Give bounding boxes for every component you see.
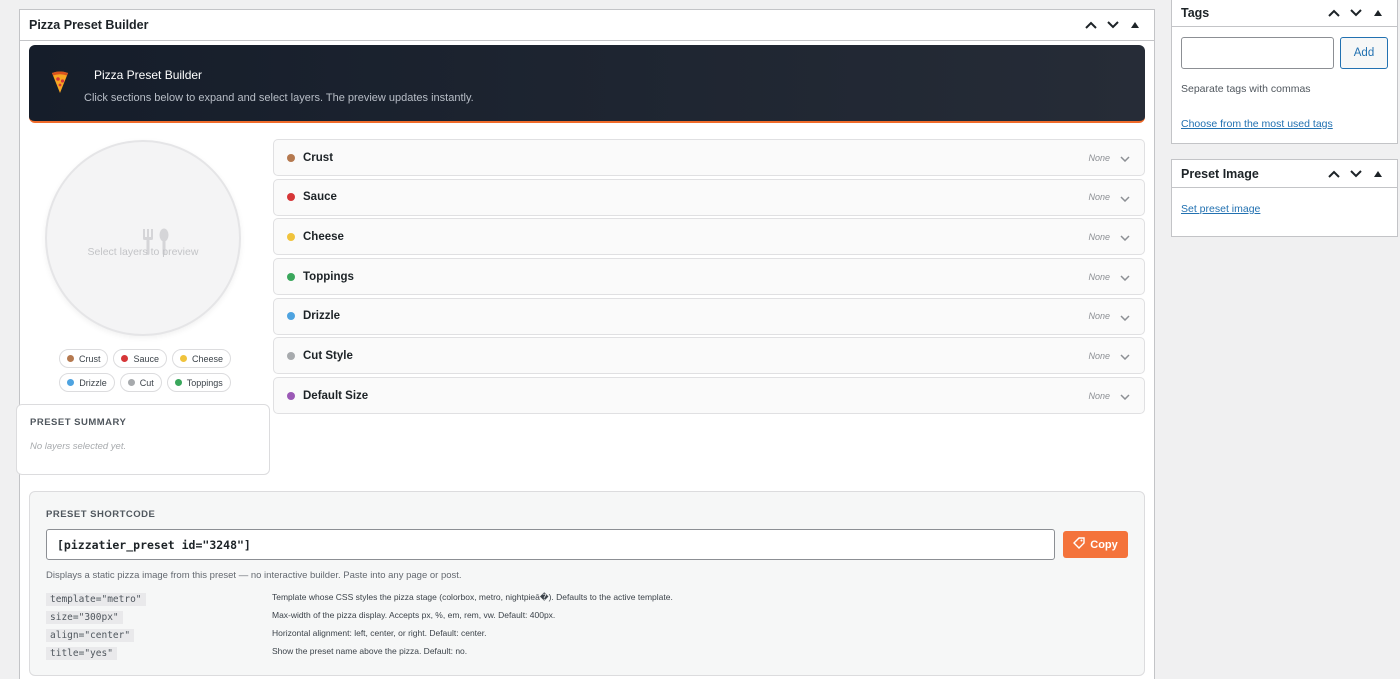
preset-summary: PRESET SUMMARY No layers selected yet. (16, 404, 270, 475)
section-default-size[interactable]: Default Size None (273, 377, 1145, 415)
tag-icon (1073, 537, 1085, 552)
move-down-icon[interactable] (1103, 15, 1123, 35)
crust-dot-icon (66, 355, 74, 362)
most-used-tags-link[interactable]: Choose from the most used tags (1181, 118, 1333, 130)
section-crust[interactable]: Crust None (273, 139, 1145, 176)
preset-shortcode-panel: PRESET SHORTCODE Copy Displays a static … (29, 491, 1145, 676)
collapse-toggle-icon[interactable] (1368, 3, 1388, 23)
metabox-header: Pizza Preset Builder (20, 10, 1154, 41)
pizza-icon (50, 70, 70, 97)
shortcode-input[interactable] (46, 529, 1055, 560)
set-preset-image-link[interactable]: Set preset image (1181, 203, 1260, 215)
section-drizzle[interactable]: Drizzle None (273, 297, 1145, 335)
legend-chip-toppings: Toppings (166, 373, 231, 392)
legend-chip-cut: Cut (119, 373, 162, 392)
drizzle-dot-icon (287, 312, 295, 321)
move-up-icon[interactable] (1324, 164, 1344, 184)
drizzle-dot-icon (67, 379, 75, 386)
tags-metabox: Tags Add Separate tags with commas Choos… (1171, 0, 1398, 144)
chevron-down-icon (1120, 388, 1130, 403)
cheese-dot-icon (287, 232, 295, 241)
metabox-title: Pizza Preset Builder (29, 18, 149, 32)
collapse-toggle-icon[interactable] (1368, 164, 1388, 184)
move-down-icon[interactable] (1346, 3, 1366, 23)
sauce-dot-icon (121, 355, 129, 362)
tags-header: Tags (1172, 0, 1397, 27)
section-cheese[interactable]: Cheese None (273, 218, 1145, 256)
cut-dot-icon (127, 379, 135, 386)
chevron-down-icon (1120, 229, 1130, 244)
chevron-down-icon (1120, 190, 1130, 205)
banner-title: Pizza Preset Builder (94, 68, 203, 82)
chevron-down-icon (1120, 150, 1130, 165)
toppings-dot-icon (174, 379, 182, 386)
toppings-dot-icon (287, 272, 295, 281)
layer-sections: Crust None Sauce None Cheese None Toppings N… (273, 139, 1145, 417)
banner-subtitle: Click sections below to expand and selec… (84, 92, 474, 104)
layer-legend: Crust Sauce Cheese Drizzle Cut Toppings (50, 349, 240, 397)
preset-image-metabox: Preset Image Set preset image (1171, 159, 1398, 237)
section-cut-style[interactable]: Cut Style None (273, 337, 1145, 375)
move-down-icon[interactable] (1346, 164, 1366, 184)
add-tag-button[interactable]: Add (1340, 37, 1388, 69)
copy-button[interactable]: Copy (1063, 531, 1128, 558)
shortcode-params: template="metro" Template whose CSS style… (46, 588, 1126, 660)
pizza-preset-builder-metabox: Pizza Preset Builder Pizza Preset Builde… (16, 9, 1155, 679)
chevron-down-icon (1120, 309, 1130, 324)
new-tag-input[interactable] (1181, 37, 1334, 69)
param-row: template="metro" Template whose CSS style… (46, 588, 1126, 606)
legend-chip-crust: Crust (58, 349, 109, 368)
shortcode-heading: PRESET SHORTCODE (46, 509, 156, 520)
crust-dot-icon (287, 153, 295, 162)
chevron-down-icon (1120, 269, 1130, 284)
cheese-dot-icon (180, 355, 187, 362)
collapse-toggle-icon[interactable] (1125, 15, 1145, 35)
param-row: title="yes" Show the preset name above th… (46, 642, 1126, 660)
section-sauce[interactable]: Sauce None (273, 178, 1145, 216)
chevron-down-icon (1120, 348, 1130, 363)
move-up-icon[interactable] (1081, 15, 1101, 35)
default-size-dot-icon (287, 391, 295, 400)
legend-chip-sauce: Sauce (113, 349, 167, 368)
tags-title: Tags (1181, 5, 1210, 20)
param-row: align="center" Horizontal alignment: left… (46, 624, 1126, 642)
legend-chip-cheese: Cheese (172, 349, 232, 368)
shortcode-hint: Displays a static pizza image from this … (46, 570, 462, 581)
tags-hint: Separate tags with commas (1181, 83, 1311, 95)
summary-empty-text: No layers selected yet. (30, 441, 127, 452)
move-up-icon[interactable] (1324, 3, 1344, 23)
preset-image-header: Preset Image (1172, 160, 1397, 188)
cut-style-dot-icon (287, 351, 295, 360)
section-toppings[interactable]: Toppings None (273, 258, 1145, 296)
legend-chip-drizzle: Drizzle (59, 373, 115, 392)
summary-heading: PRESET SUMMARY (30, 417, 127, 428)
param-row: size="300px" Max-width of the pizza displ… (46, 606, 1126, 624)
pizza-preview: Select layers to preview (45, 140, 241, 336)
builder-banner: Pizza Preset Builder Click sections belo… (29, 45, 1145, 123)
preview-placeholder: Select layers to preview (87, 246, 199, 258)
sauce-dot-icon (287, 193, 295, 202)
preset-image-title: Preset Image (1181, 166, 1259, 181)
